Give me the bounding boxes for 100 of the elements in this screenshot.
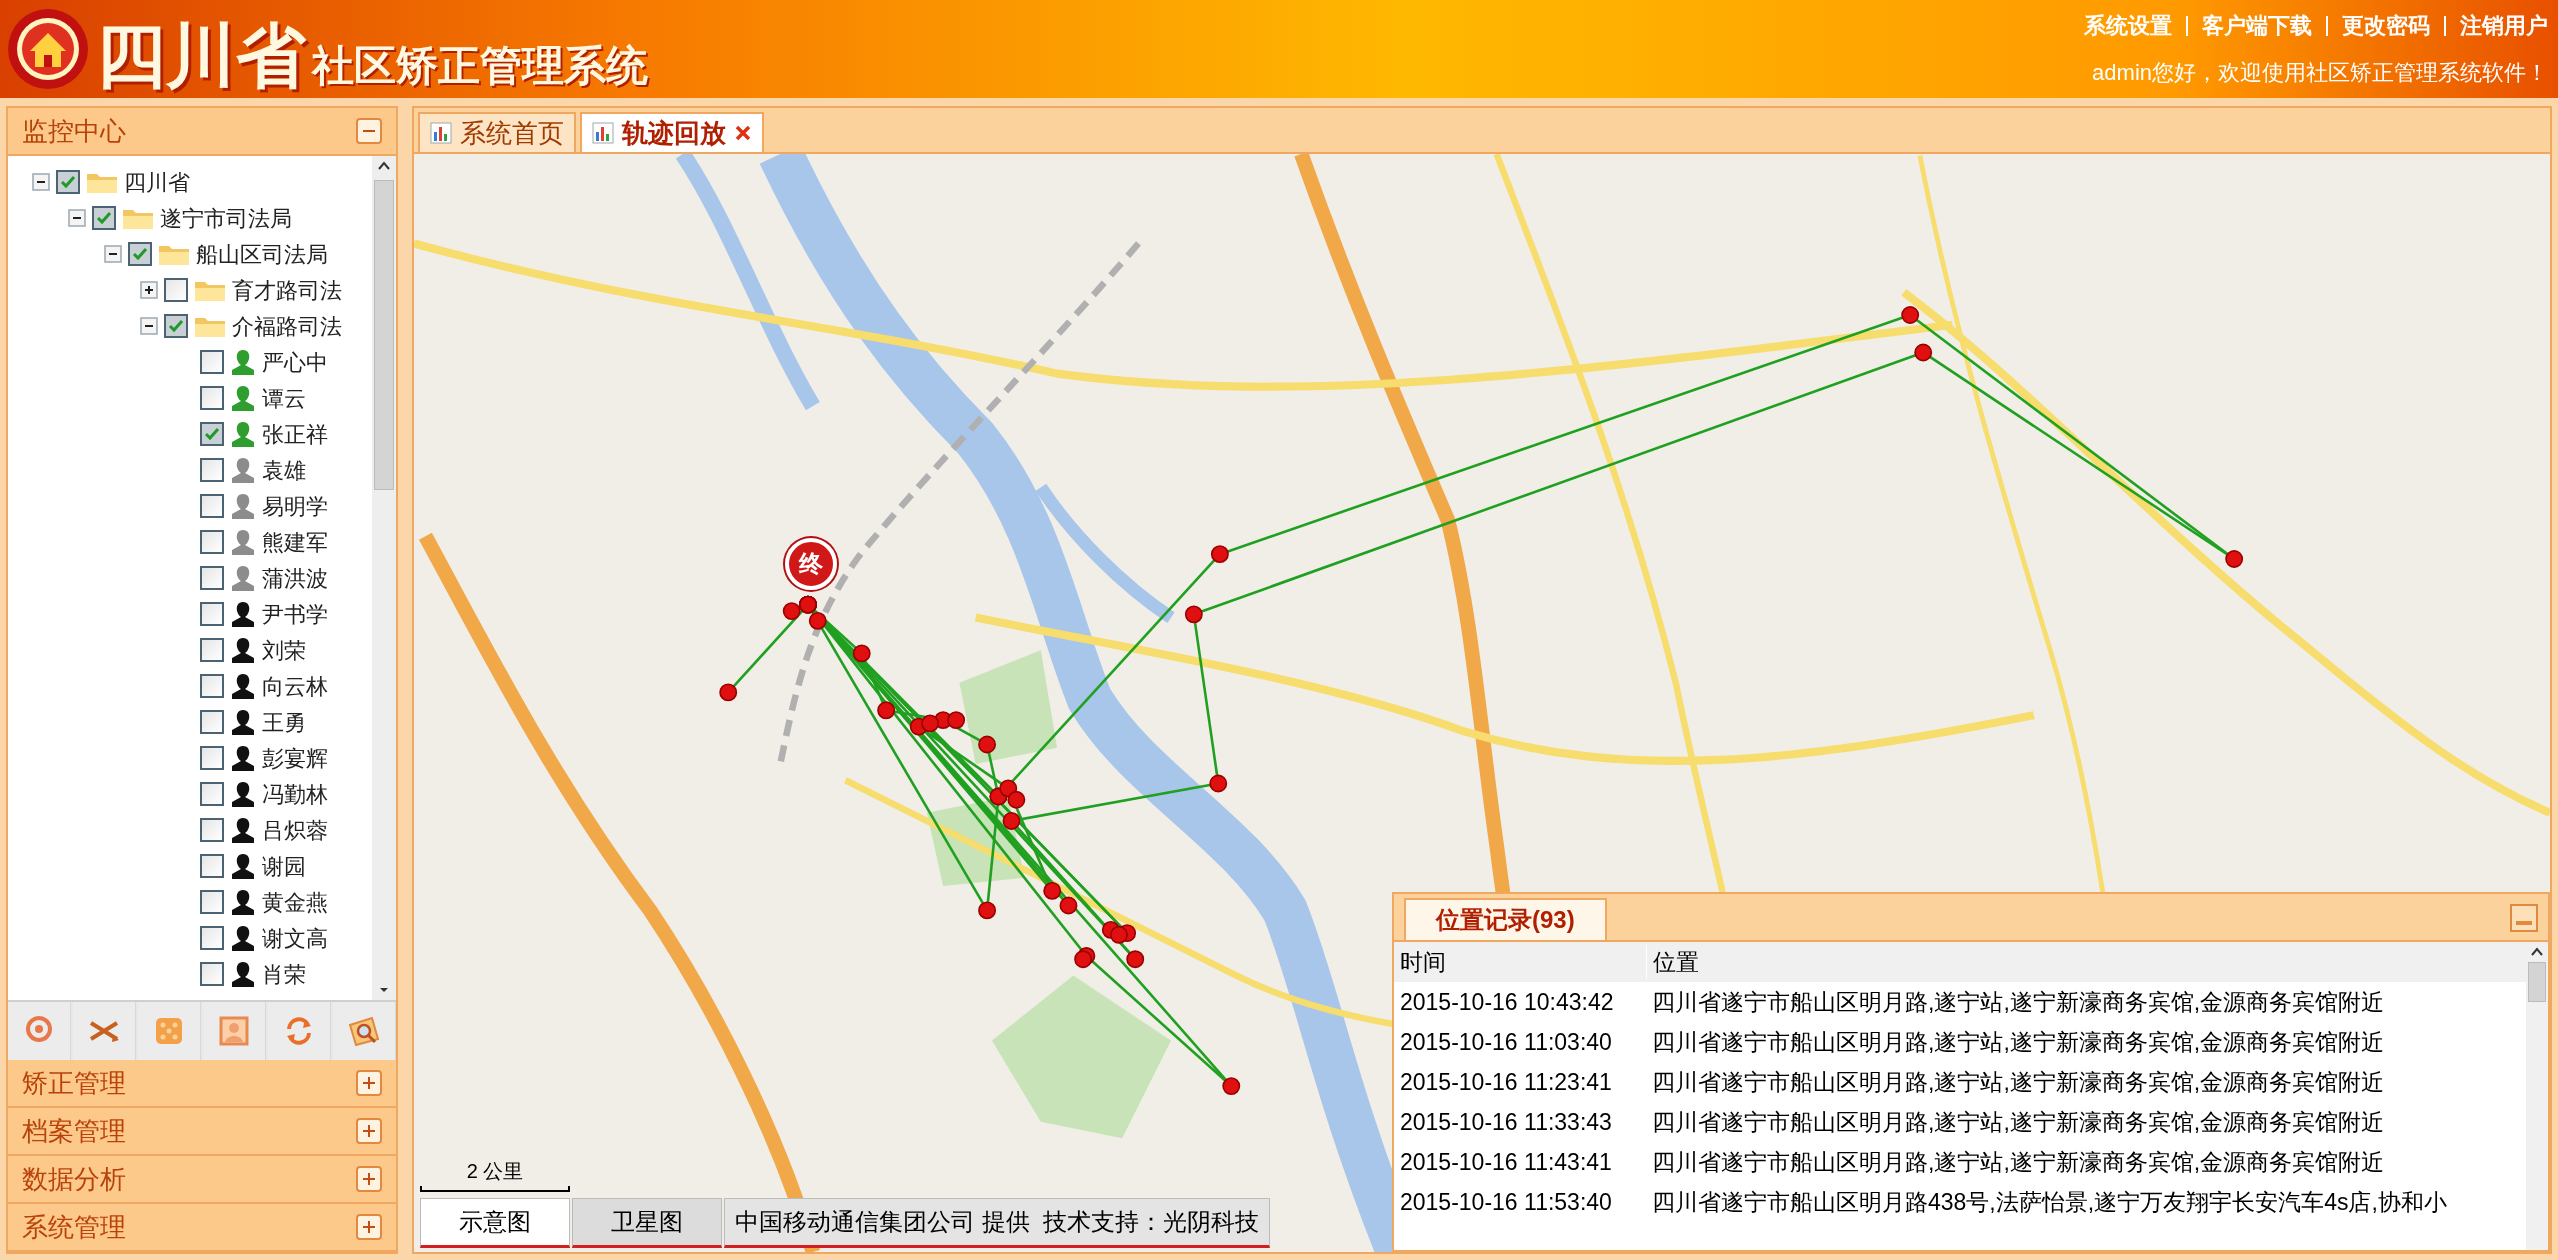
- tree-item[interactable]: 肖荣: [262, 957, 306, 991]
- checkbox[interactable]: [200, 962, 224, 986]
- table-cell-text: 2015-10-16 10:43:42: [1399, 987, 1615, 1017]
- map-type-tab[interactable]: 示意图: [420, 1198, 570, 1248]
- tree-item[interactable]: 四川省: [124, 165, 190, 199]
- tree-item[interactable]: 严心中: [262, 345, 328, 379]
- scrollbar[interactable]: [372, 156, 396, 1000]
- checkbox[interactable]: [56, 170, 80, 194]
- location-marker[interactable]: [719, 683, 738, 702]
- location-marker[interactable]: [1002, 812, 1021, 830]
- top-link[interactable]: 注销用户: [2460, 9, 2548, 42]
- system-title: 四川省: [96, 21, 306, 91]
- checkbox[interactable]: [200, 782, 224, 806]
- tree-item[interactable]: 黄金燕: [262, 885, 328, 919]
- location-marker[interactable]: [1222, 1077, 1241, 1096]
- checkbox[interactable]: [200, 818, 224, 842]
- collapse-icon[interactable]: [68, 209, 86, 227]
- map-type-tab[interactable]: 卫星图: [572, 1198, 722, 1248]
- location-marker[interactable]: [921, 714, 940, 733]
- checkbox[interactable]: [200, 350, 224, 374]
- tree-item[interactable]: 船山区司法局: [196, 237, 328, 271]
- collapse-icon[interactable]: [140, 317, 158, 335]
- tree-item[interactable]: 育才路司法: [232, 273, 342, 307]
- checkbox[interactable]: [200, 890, 224, 914]
- tree-item[interactable]: 谢园: [262, 849, 306, 883]
- tree-item[interactable]: 向云林: [262, 669, 328, 703]
- location-marker[interactable]: [1110, 925, 1128, 944]
- location-marker[interactable]: [978, 901, 997, 920]
- tree-item[interactable]: 谢文高: [262, 921, 328, 955]
- refresh-button[interactable]: [268, 1002, 331, 1060]
- checkbox[interactable]: [200, 602, 224, 626]
- location-marker[interactable]: [877, 701, 896, 720]
- checkbox[interactable]: [92, 206, 116, 230]
- tree-item[interactable]: 彭宴辉: [262, 741, 328, 775]
- checkbox[interactable]: [164, 278, 188, 302]
- checkbox[interactable]: [200, 386, 224, 410]
- checkbox[interactable]: [200, 638, 224, 662]
- table-cell-text: 四川省遂宁市船山区明月路438号,法萨怡景,遂宁万友翔宇长安汽车4s店,协和小: [1651, 1187, 2448, 1217]
- tree-item[interactable]: 尹书学: [262, 597, 328, 631]
- location-marker[interactable]: [1074, 950, 1093, 969]
- location-marker[interactable]: [1184, 605, 1203, 624]
- location-marker[interactable]: [1043, 881, 1062, 900]
- collapse-icon[interactable]: [32, 173, 50, 191]
- close-icon[interactable]: [734, 124, 752, 142]
- checkbox[interactable]: [200, 530, 224, 554]
- checkbox[interactable]: [200, 926, 224, 950]
- scroll-thumb[interactable]: [374, 180, 394, 490]
- tree-item[interactable]: 吕炽蓉: [262, 813, 328, 847]
- location-marker[interactable]: [1914, 343, 1933, 362]
- tree-item[interactable]: 遂宁市司法局: [160, 201, 292, 235]
- tree-item[interactable]: 袁雄: [262, 453, 306, 487]
- table-cell-text: 2015-10-16 11:43:41: [1399, 1147, 1613, 1177]
- tree-item[interactable]: 王勇: [262, 705, 306, 739]
- checkbox[interactable]: [200, 710, 224, 734]
- search-button[interactable]: [333, 1002, 396, 1060]
- checkbox[interactable]: [200, 854, 224, 878]
- expand-icon[interactable]: [140, 281, 158, 299]
- table-cell-text: 四川省遂宁市船山区明月路,遂宁站,遂宁新濠商务宾馆,金源商务宾馆附近: [1651, 1147, 2386, 1177]
- location-marker[interactable]: [782, 602, 801, 621]
- tree-item[interactable]: 张正祥: [262, 417, 328, 451]
- table-cell-text: 2015-10-16 11:33:43: [1399, 1107, 1613, 1137]
- location-marker[interactable]: [1059, 896, 1078, 915]
- checkbox[interactable]: [200, 746, 224, 770]
- tree-item[interactable]: 谭云: [262, 381, 306, 415]
- location-marker[interactable]: [808, 611, 827, 630]
- tree-item[interactable]: 熊建军: [262, 525, 328, 559]
- checkbox[interactable]: [164, 314, 188, 338]
- tree-item[interactable]: 刘荣: [262, 633, 306, 667]
- location-marker[interactable]: [1007, 790, 1026, 809]
- checkbox[interactable]: [200, 422, 224, 446]
- location-marker[interactable]: [1126, 950, 1145, 969]
- checkbox[interactable]: [200, 674, 224, 698]
- location-marker[interactable]: [1209, 774, 1228, 793]
- checkbox[interactable]: [128, 242, 152, 266]
- crossed-arrows-button[interactable]: [73, 1002, 136, 1060]
- records-tab[interactable]: 位置记录(93): [1404, 898, 1607, 940]
- checkbox[interactable]: [200, 458, 224, 482]
- table-cell-text: 四川省遂宁市船山区明月路,遂宁站,遂宁新濠商务宾馆,金源商务宾馆附近: [1651, 987, 2386, 1017]
- tree-item[interactable]: 冯勤林: [262, 777, 328, 811]
- location-marker[interactable]: [852, 644, 871, 663]
- checkbox[interactable]: [200, 566, 224, 590]
- scale-bar: 2 公里: [420, 1156, 570, 1192]
- checkbox[interactable]: [200, 494, 224, 518]
- tab[interactable]: 系统首页: [418, 112, 576, 152]
- tree-item[interactable]: 易明学: [262, 489, 328, 523]
- portrait-icon: [218, 1015, 250, 1047]
- tab[interactable]: 轨迹回放: [580, 112, 764, 152]
- collapse-icon[interactable]: [104, 245, 122, 263]
- table-cell-text: 2015-10-16 11:03:40: [1399, 1027, 1613, 1057]
- system-subtitle: 社区矫正管理系统: [312, 45, 648, 87]
- tree-item[interactable]: 介福路司法: [232, 309, 342, 343]
- tree-item[interactable]: 蒲洪波: [262, 561, 328, 595]
- scrollbar[interactable]: [2526, 942, 2548, 1250]
- column-header[interactable]: 时间: [1394, 944, 1646, 980]
- table-cell-text: 四川省遂宁市船山区明月路,遂宁站,遂宁新濠商务宾馆,金源商务宾馆附近: [1651, 1067, 2386, 1097]
- location-marker[interactable]: [978, 735, 997, 754]
- location-marker[interactable]: [1210, 545, 1229, 564]
- location-marker[interactable]: [2225, 550, 2244, 568]
- scroll-thumb[interactable]: [2528, 962, 2546, 1002]
- location-marker[interactable]: [1901, 306, 1920, 324]
